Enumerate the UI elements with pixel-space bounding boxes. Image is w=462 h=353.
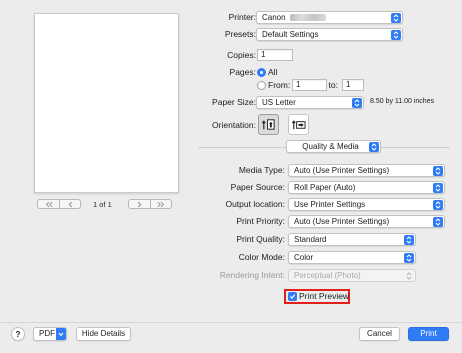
copies-field[interactable]: 1 [257,49,293,61]
landscape-icon [291,120,306,130]
output-location-label: Output location: [225,199,285,209]
pages-from-field[interactable]: 1 [292,79,327,91]
portrait-icon [261,119,275,130]
presets-popup[interactable]: Default Settings [256,28,403,41]
media-type-label: Media Type: [238,165,285,175]
orientation-label: Orientation: [212,120,256,130]
chevron-updown-icon [433,182,443,193]
footer-divider [0,322,462,323]
preview-nav-forward-group [128,199,172,209]
color-mode-value: Color [294,253,314,262]
pdf-label: PDF [39,329,55,338]
printer-name-redacted [289,13,326,21]
hide-details-button[interactable]: Hide Details [76,327,131,341]
output-location-value: Use Printer Settings [294,200,366,209]
previous-page-button[interactable] [59,200,80,208]
color-mode-popup[interactable]: Color [288,251,416,264]
presets-value: Default Settings [262,30,319,39]
chevron-updown-icon [433,165,443,176]
output-location-popup[interactable]: Use Printer Settings [288,198,445,211]
page-indicator: 1 of 1 [93,200,112,209]
paper-size-popup[interactable]: US Letter [256,96,364,109]
preview-page [34,13,179,193]
chevron-updown-icon [391,29,401,40]
print-quality-label: Print Quality: [236,234,285,244]
chevron-updown-icon [391,12,401,23]
rendering-intent-value: Perceptual (Photo) [294,271,361,280]
paper-size-value: US Letter [262,98,296,107]
print-button[interactable]: Print [408,327,449,341]
print-preview-checkbox[interactable] [288,292,297,301]
rendering-intent-popup: Perceptual (Photo) [288,269,416,282]
pages-range-radio[interactable] [257,81,266,90]
rendering-intent-label: Rendering Intent: [219,270,285,280]
color-mode-label: Color Mode: [238,252,285,262]
cancel-button[interactable]: Cancel [359,327,400,341]
pages-all-label: All [268,67,278,77]
printer-value: Canon [262,13,286,22]
orientation-portrait-button[interactable] [258,114,279,135]
section-popup[interactable]: Quality & Media [286,140,381,153]
paper-size-dimensions: 8.50 by 11.00 inches [370,98,435,105]
pages-to-label: to: [328,80,338,90]
chevron-updown-icon [404,252,414,263]
checkmark-icon [289,294,296,299]
pages-label: Pages: [229,67,256,77]
chevron-updown-icon [433,199,443,210]
presets-label: Presets: [224,29,256,39]
paper-source-label: Paper Source: [230,182,285,192]
copies-label: Copies: [227,50,256,60]
print-priority-label: Print Priority: [236,216,285,226]
help-button[interactable]: ? [11,327,25,341]
preview-nav-back-group [37,199,81,209]
chevron-updown-icon [433,216,443,227]
print-priority-value: Auto (Use Printer Settings) [294,217,390,226]
printer-popup[interactable]: Canon [256,11,403,24]
pdf-menu-button[interactable]: PDF [33,327,67,341]
first-page-button[interactable] [38,200,59,208]
media-type-popup[interactable]: Auto (Use Printer Settings) [288,164,445,177]
pages-to-field[interactable]: 1 [342,79,364,91]
chevron-down-icon [56,328,66,340]
chevron-updown-icon [352,97,362,108]
last-page-button[interactable] [150,200,171,208]
chevron-updown-icon [404,234,414,245]
chevron-updown-icon [404,271,414,281]
paper-source-popup[interactable]: Roll Paper (Auto) [288,181,445,194]
paper-size-label: Paper Size: [212,97,256,107]
pages-from-label: From: [268,80,291,90]
print-preview-label: Print Preview [299,291,350,301]
pages-all-radio[interactable] [257,68,266,77]
next-page-button[interactable] [129,200,150,208]
orientation-landscape-button[interactable] [288,114,309,135]
media-type-value: Auto (Use Printer Settings) [294,166,390,175]
paper-source-value: Roll Paper (Auto) [294,183,356,192]
print-priority-popup[interactable]: Auto (Use Printer Settings) [288,215,445,228]
printer-label: Printer: [228,12,256,22]
chevron-updown-icon [369,141,379,152]
print-quality-popup[interactable]: Standard [288,233,416,246]
section-value: Quality & Media [302,142,359,151]
print-quality-value: Standard [294,235,327,244]
